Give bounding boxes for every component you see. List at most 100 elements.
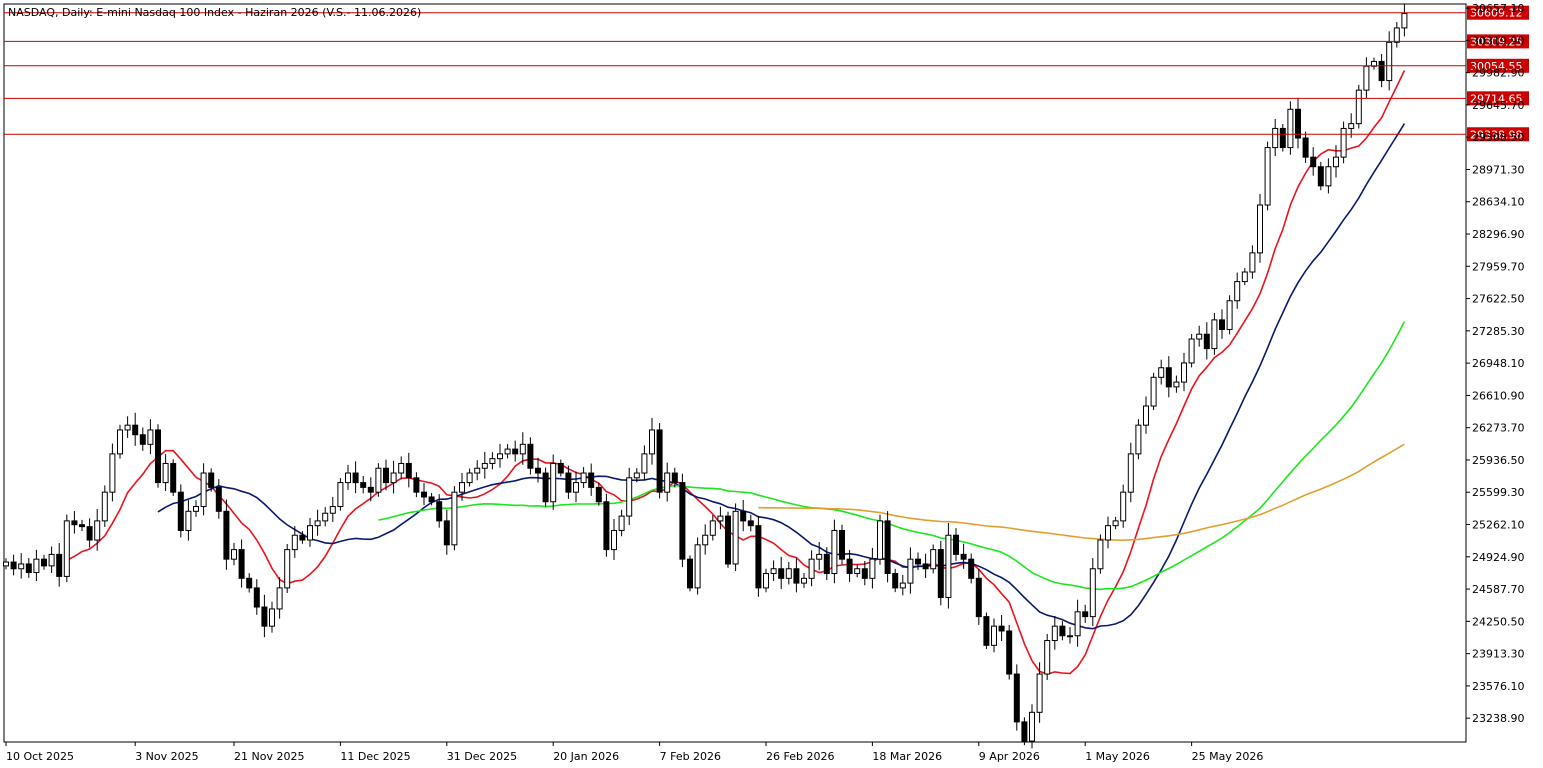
price-axis[interactable]: 30657.10 30319.90 29982.90 29645.70 29308.50… xyxy=(1466,2,1525,725)
time-tick-label: 26 Feb 2026 xyxy=(766,750,834,763)
candle-body xyxy=(937,549,944,598)
candle xyxy=(603,493,610,557)
candle-body xyxy=(595,486,602,503)
price-tick-label: 28296.90 xyxy=(1472,228,1525,241)
candle-body xyxy=(770,568,777,575)
candle-body xyxy=(155,429,161,484)
price-tick-label: 23576.10 xyxy=(1472,680,1525,693)
candle xyxy=(1150,372,1157,411)
candle-body xyxy=(124,424,131,431)
candle-body xyxy=(1127,453,1134,493)
candle-body xyxy=(177,491,184,531)
candle-body xyxy=(1219,319,1225,330)
candle-body xyxy=(1203,333,1210,350)
candle xyxy=(1355,84,1362,129)
candle xyxy=(63,514,70,583)
price-chart: 30609.1230309.2530054.5529714.6529338.98… xyxy=(3,2,1529,763)
candle-body xyxy=(497,453,503,460)
plot-area[interactable] xyxy=(3,3,1467,743)
candle xyxy=(1013,664,1020,731)
price-tick-label: 28634.10 xyxy=(1472,196,1525,209)
candle-body xyxy=(717,515,724,522)
candle xyxy=(1006,624,1013,680)
candle-body xyxy=(33,558,40,574)
candle-body xyxy=(527,443,534,469)
candle-body xyxy=(18,563,25,570)
candle-body xyxy=(785,568,792,579)
candle-body xyxy=(170,462,177,493)
candle-body xyxy=(709,520,716,536)
candle-body xyxy=(1355,89,1362,125)
time-tick-label: 7 Feb 2026 xyxy=(660,750,721,763)
price-tick-label: 24587.70 xyxy=(1472,583,1525,596)
candle-body xyxy=(1044,640,1051,675)
candle-body xyxy=(1158,367,1165,378)
candle-body xyxy=(307,525,313,541)
price-tick-label: 30657.10 xyxy=(1472,2,1525,15)
candle xyxy=(725,511,731,568)
candle-body xyxy=(360,482,367,488)
candle xyxy=(1226,295,1233,335)
candle-body xyxy=(291,534,298,551)
candle-body xyxy=(398,462,405,474)
candle-body xyxy=(48,553,55,567)
price-tick-label: 28971.30 xyxy=(1472,163,1525,176)
candle-body xyxy=(998,625,1005,632)
candle-body xyxy=(1241,271,1248,283)
candle-body xyxy=(79,524,85,528)
candle xyxy=(337,478,344,511)
candle-body xyxy=(763,573,769,589)
candle-body xyxy=(481,462,488,469)
price-tick-label: 26610.90 xyxy=(1472,389,1525,402)
candle xyxy=(170,459,177,496)
candle-body xyxy=(117,429,123,455)
candle-body xyxy=(603,501,610,551)
candle-body xyxy=(101,491,108,522)
candle-body xyxy=(1363,65,1370,91)
candle-body xyxy=(25,563,32,574)
price-tick-label: 23913.30 xyxy=(1472,648,1525,661)
candle-body xyxy=(436,501,443,522)
candle-body xyxy=(1105,525,1111,541)
candle-body xyxy=(86,526,93,541)
time-tick-label: 10 Oct 2025 xyxy=(6,750,74,763)
candle-body xyxy=(261,606,268,627)
candle xyxy=(983,612,990,650)
candle-body xyxy=(565,472,572,493)
candle-body xyxy=(1226,300,1233,330)
candle-body xyxy=(253,587,260,608)
candle-body xyxy=(573,482,579,493)
candle-body xyxy=(1340,127,1347,158)
candle-body xyxy=(1082,611,1089,618)
candle-body xyxy=(664,472,671,493)
candle-body xyxy=(1067,635,1073,638)
candle xyxy=(1089,558,1096,627)
candle-body xyxy=(808,558,815,579)
candle-body xyxy=(276,587,283,610)
candle xyxy=(656,423,663,499)
candle-body xyxy=(1279,127,1286,149)
time-tick-label: 9 Apr 2026 xyxy=(979,750,1040,763)
price-tick-label: 27285.30 xyxy=(1472,325,1525,338)
candle-body xyxy=(223,510,230,560)
candle-body xyxy=(1150,376,1157,407)
candle-body xyxy=(633,472,640,479)
candle-body xyxy=(542,472,549,503)
candle-body xyxy=(413,477,420,493)
candle xyxy=(1279,124,1286,152)
candle-body xyxy=(322,512,329,522)
candle-body xyxy=(755,525,762,589)
candle-body xyxy=(1112,520,1119,527)
candle-body xyxy=(740,510,747,522)
price-tick-label: 25599.30 xyxy=(1472,486,1525,499)
candle-body xyxy=(1173,381,1180,388)
candle-body xyxy=(405,462,412,479)
candle-body xyxy=(899,582,906,589)
candle-body xyxy=(231,549,237,560)
candle-body xyxy=(1386,41,1393,82)
candle xyxy=(755,515,762,597)
time-axis[interactable]: 10 Oct 2025 3 Nov 2025 21 Nov 2025 11 Dec 2… xyxy=(5,742,1263,763)
candle-body xyxy=(991,625,997,646)
candle xyxy=(542,467,549,507)
candle-body xyxy=(611,529,617,551)
